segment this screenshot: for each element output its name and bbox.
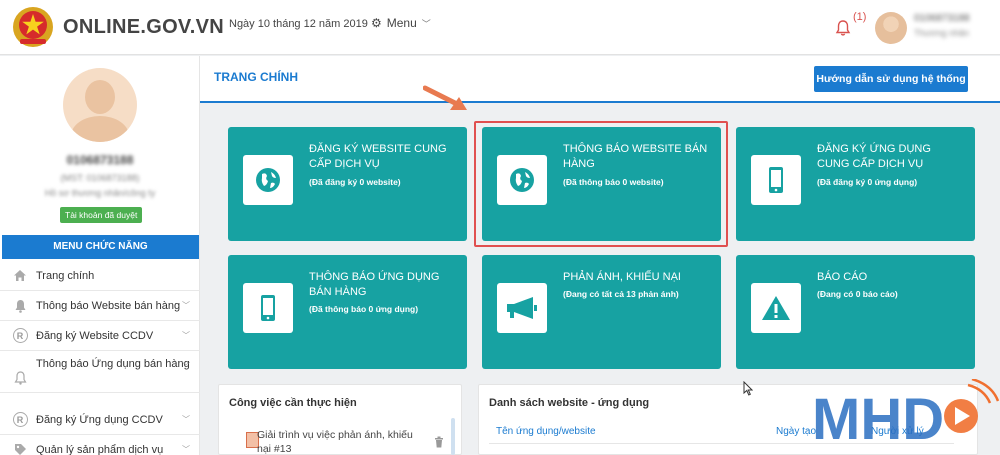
sidebar-item-label: Trang chính bbox=[36, 269, 95, 282]
svg-text:MHD: MHD bbox=[812, 387, 944, 452]
sidebar-item-label: Quản lý sản phẩm dịch vụ bbox=[36, 443, 164, 455]
tile-reports[interactable]: BÁO CÁO (Đang có 0 báo cáo) bbox=[736, 255, 975, 369]
user-role: Thương nhân bbox=[914, 28, 969, 38]
page-title: TRANG CHÍNH bbox=[214, 70, 298, 84]
highlight-box bbox=[474, 121, 728, 247]
task-item[interactable]: Giải trình vụ việc phản ánh, khiếu nại #… bbox=[237, 424, 447, 455]
tile-subtitle: (Đang có tất cả 13 phản ánh) bbox=[563, 289, 679, 299]
national-emblem-logo[interactable] bbox=[12, 6, 54, 48]
tile-complaints[interactable]: PHẢN ÁNH, KHIẾU NẠI (Đang có tất cả 13 p… bbox=[482, 255, 721, 369]
gear-icon: ⚙ bbox=[371, 16, 382, 30]
chevron-down-icon: ﹀ bbox=[182, 362, 190, 371]
top-header: ONLINE.GOV.VN Ngày 10 tháng 12 năm 2019 … bbox=[0, 0, 1000, 55]
site-name[interactable]: ONLINE.GOV.VN bbox=[63, 16, 224, 39]
mhd-watermark-logo: MHD bbox=[812, 379, 1000, 452]
tile-title: PHẢN ÁNH, KHIẾU NẠI bbox=[563, 271, 681, 283]
warning-icon bbox=[751, 283, 801, 333]
sidebar-nav: Trang chính Thông báo Website bán hàng ﹀… bbox=[0, 261, 200, 455]
annotation-arrow-icon bbox=[423, 85, 467, 110]
task-text: Giải trình vụ việc phản ánh, khiếu nại #… bbox=[257, 429, 413, 455]
profile-org-link[interactable]: Hồ sơ thương nhân/công ty bbox=[0, 188, 200, 198]
megaphone-icon bbox=[497, 283, 547, 333]
account-verified-badge: Tài khoản đã duyệt bbox=[60, 207, 143, 223]
chevron-down-icon: ﹀ bbox=[182, 444, 190, 454]
notification-count: (1) bbox=[853, 11, 867, 23]
home-icon bbox=[12, 268, 28, 284]
mouse-cursor-icon bbox=[743, 381, 753, 396]
tile-subtitle: (Đã thông báo 0 ứng dụng) bbox=[309, 304, 419, 314]
chevron-down-icon: ﹀ bbox=[182, 300, 190, 310]
tile-subtitle: (Đã đăng ký 0 website) bbox=[309, 177, 401, 187]
chevron-down-icon: ﹀ bbox=[421, 18, 431, 29]
sidebar-item-website-register[interactable]: R Đăng ký Website CCDV ﹀ bbox=[0, 321, 200, 351]
column-header-name[interactable]: Tên ứng dụng/website bbox=[496, 426, 596, 437]
tile-title: THÔNG BÁO ỨNG DỤNG BÁN HÀNG bbox=[309, 271, 440, 298]
profile-id: 0106873188 bbox=[66, 153, 134, 167]
sidebar-item-products[interactable]: Quản lý sản phẩm dịch vụ ﹀ bbox=[0, 435, 200, 455]
sidebar-item-label: Thông báo Ứng dụng bán hàng bbox=[36, 358, 190, 370]
tag-icon bbox=[12, 442, 28, 455]
user-name[interactable]: 0106873188 bbox=[914, 13, 970, 24]
profile-avatar bbox=[63, 68, 137, 142]
registered-icon: R bbox=[12, 412, 28, 428]
tile-title: ĐĂNG KÝ WEBSITE CUNG CẤP DỊCH VỤ bbox=[309, 143, 447, 170]
sidebar-item-label: Thông báo Website bán hàng bbox=[36, 299, 181, 312]
globe-icon bbox=[243, 155, 293, 205]
mobile-icon bbox=[243, 283, 293, 333]
chevron-down-icon: ﹀ bbox=[182, 330, 190, 340]
menu-header: MENU CHỨC NĂNG bbox=[2, 235, 199, 259]
mobile-icon bbox=[751, 155, 801, 205]
tasks-panel-title: Công việc cần thực hiện bbox=[229, 397, 357, 409]
user-avatar[interactable] bbox=[875, 12, 907, 44]
sidebar-item-website-notify[interactable]: Thông báo Website bán hàng ﹀ bbox=[0, 291, 200, 321]
tile-subtitle: (Đã đăng ký 0 ứng dụng) bbox=[817, 177, 918, 187]
sidebar-item-app-notify[interactable]: Thông báo Ứng dụng bán hàng ﹀ bbox=[0, 351, 200, 393]
sidebar: 0106873188 (MST: 0106873188) Hồ sơ thươn… bbox=[0, 56, 200, 455]
bell-outline-icon bbox=[12, 370, 28, 386]
bell-icon bbox=[12, 298, 28, 314]
user-guide-button[interactable]: Hướng dẫn sử dụng hệ thống bbox=[814, 66, 968, 92]
sidebar-item-app-register[interactable]: R Đăng ký Ứng dụng CCDV ﹀ bbox=[0, 405, 200, 435]
trash-icon[interactable] bbox=[434, 436, 444, 448]
registered-icon: R bbox=[12, 328, 28, 344]
list-panel-title: Danh sách website - ứng dụng bbox=[489, 397, 650, 409]
menu-label: Menu bbox=[386, 16, 417, 30]
tile-title: ĐĂNG KÝ ỨNG DỤNG CUNG CẤP DỊCH VỤ bbox=[817, 143, 931, 170]
tile-notify-app[interactable]: THÔNG BÁO ỨNG DỤNG BÁN HÀNG (Đã thông bá… bbox=[228, 255, 467, 369]
page-header: TRANG CHÍNH Hướng dẫn sử dụng hệ thống bbox=[200, 56, 1000, 103]
tile-subtitle: (Đang có 0 báo cáo) bbox=[817, 289, 898, 299]
current-date: Ngày 10 tháng 12 năm 2019 bbox=[229, 18, 368, 30]
tile-register-website[interactable]: ĐĂNG KÝ WEBSITE CUNG CẤP DỊCH VỤ (Đã đăn… bbox=[228, 127, 467, 241]
sidebar-item-home[interactable]: Trang chính bbox=[0, 261, 200, 291]
menu-dropdown[interactable]: ⚙ Menu ﹀ bbox=[371, 16, 431, 30]
notification-bell-icon[interactable] bbox=[834, 19, 852, 37]
sidebar-item-label: Đăng ký Website CCDV bbox=[36, 329, 154, 342]
tile-register-app[interactable]: ĐĂNG KÝ ỨNG DỤNG CUNG CẤP DỊCH VỤ (Đã đă… bbox=[736, 127, 975, 241]
tasks-scrollbar[interactable] bbox=[451, 418, 455, 455]
sidebar-item-label: Đăng ký Ứng dụng CCDV bbox=[36, 413, 163, 426]
profile-tax-code: (MST: 0106873188) bbox=[60, 173, 140, 183]
chevron-down-icon: ﹀ bbox=[182, 414, 190, 424]
tile-title: BÁO CÁO bbox=[817, 271, 868, 283]
